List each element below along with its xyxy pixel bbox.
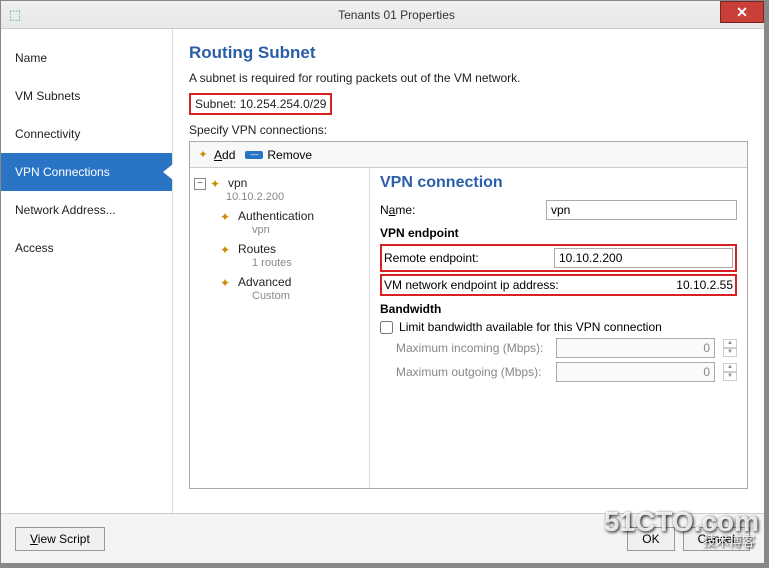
properties-window: ⬚ Tenants 01 Properties ✕ Name VM Subnet… [0,0,765,564]
bw-incoming-label: Maximum incoming (Mbps): [396,341,550,355]
sidebar-item-access[interactable]: Access [1,229,172,267]
main-panel: Routing Subnet A subnet is required for … [173,29,764,513]
page-description: A subnet is required for routing packets… [189,71,748,85]
tree-root-sub: 10.10.2.200 [194,191,365,203]
remote-endpoint-input[interactable] [554,248,733,268]
sidebar-item-name[interactable]: Name [1,39,172,77]
titlebar: ⬚ Tenants 01 Properties ✕ [1,1,764,29]
vm-endpoint-row: VM network endpoint ip address: 10.10.2.… [380,274,737,296]
name-row: Name: [380,200,737,220]
subnet-display: Subnet: 10.254.254.0/29 [189,93,332,115]
connections-body: − ✦ vpn 10.10.2.200 ✦ Authentication vpn… [190,168,747,488]
specify-label: Specify VPN connections: [189,123,748,137]
bw-outgoing-row: Maximum outgoing (Mbps): ▲▼ [380,362,737,382]
advanced-icon: ✦ [220,276,234,290]
add-icon: ✦ [196,148,210,162]
add-label: Add [214,148,235,162]
bw-limit-label: Limit bandwidth available for this VPN c… [399,320,662,334]
add-button[interactable]: ✦ Add [196,148,235,162]
bw-incoming-row: Maximum incoming (Mbps): ▲▼ [380,338,737,358]
view-script-button[interactable]: View Script [15,527,105,551]
tree-adv-label: Advanced [238,275,291,289]
detail-panel: VPN connection Name: VPN endpoint Remote… [370,168,747,488]
subnet-label: Subnet: [195,97,236,111]
connection-tree: − ✦ vpn 10.10.2.200 ✦ Authentication vpn… [190,168,370,488]
sidebar-item-connectivity[interactable]: Connectivity [1,115,172,153]
name-input[interactable] [546,200,737,220]
bw-out-spinner[interactable]: ▲▼ [723,363,737,381]
vm-endpoint-label: VM network endpoint ip address: [384,278,676,292]
close-button[interactable]: ✕ [720,1,764,23]
auth-icon: ✦ [220,210,234,224]
tree-auth-label: Authentication [238,209,314,223]
window-body: Name VM Subnets Connectivity VPN Connect… [1,29,764,513]
tree-routes-sub: 1 routes [194,257,365,269]
tree-auth-sub: vpn [194,224,365,236]
cancel-button[interactable]: Cancel [683,527,750,551]
sidebar-item-vpn-connections[interactable]: VPN Connections [1,153,172,191]
ok-button[interactable]: OK [627,527,674,551]
tree-adv-sub: Custom [194,290,365,302]
app-icon: ⬚ [1,1,29,29]
bw-limit-checkbox[interactable] [380,321,393,334]
window-title: Tenants 01 Properties [29,8,764,22]
bw-incoming-input[interactable] [556,338,715,358]
routes-icon: ✦ [220,243,234,257]
tree-root-label: vpn [228,176,247,190]
sidebar: Name VM Subnets Connectivity VPN Connect… [1,29,173,513]
sidebar-item-vm-subnets[interactable]: VM Subnets [1,77,172,115]
page-title: Routing Subnet [189,43,748,63]
remove-icon: — [245,151,263,159]
remote-endpoint-label: Remote endpoint: [384,251,554,265]
collapse-icon[interactable]: − [194,178,206,190]
subnet-value: 10.254.254.0/29 [240,97,327,111]
vm-endpoint-value: 10.10.2.55 [676,278,733,292]
footer: View Script OK Cancel [1,513,764,563]
name-label: Name: [380,203,540,217]
endpoint-header: VPN endpoint [380,226,737,240]
vpn-icon: ✦ [210,177,224,191]
bw-limit-row: Limit bandwidth available for this VPN c… [380,320,737,334]
connections-box: ✦ Add — Remove − ✦ vpn [189,141,748,489]
detail-title: VPN connection [380,174,737,192]
remove-label: Remove [267,148,312,162]
bw-outgoing-label: Maximum outgoing (Mbps): [396,365,550,379]
sidebar-item-network-address[interactable]: Network Address... [1,191,172,229]
tree-routes-label: Routes [238,242,276,256]
remove-button[interactable]: — Remove [245,148,312,162]
bw-outgoing-input[interactable] [556,362,715,382]
toolbar: ✦ Add — Remove [190,142,747,168]
bw-in-spinner[interactable]: ▲▼ [723,339,737,357]
remote-endpoint-row: Remote endpoint: [380,244,737,272]
bandwidth-header: Bandwidth [380,302,737,316]
